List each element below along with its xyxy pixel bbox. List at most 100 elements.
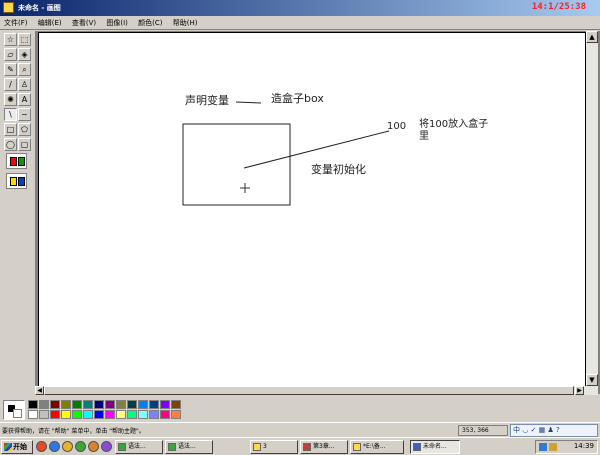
palette-swatch[interactable] (72, 400, 82, 409)
status-bar: 要获得帮助，请在 "帮助" 菜单中，单击 "帮助主题"。 353, 366 中 … (0, 422, 600, 437)
text-icon[interactable]: A (18, 93, 31, 106)
palette-swatch[interactable] (72, 410, 82, 419)
menu-image[interactable]: 图像(I) (102, 16, 132, 28)
rectangle-icon[interactable]: □ (4, 123, 17, 136)
polygon-icon[interactable]: ⬠ (18, 123, 31, 136)
taskbar-button-label: 未命名... (423, 443, 447, 450)
taskbar-button-label: 语法... (178, 443, 196, 450)
quick-launch-icon[interactable] (62, 441, 73, 452)
palette-swatch[interactable] (171, 400, 181, 409)
palette-swatch[interactable] (50, 410, 60, 419)
palette-swatch[interactable] (28, 400, 38, 409)
palette-swatch[interactable] (171, 410, 181, 419)
brush-icon[interactable]: ♙ (18, 78, 31, 91)
taskbar-button[interactable]: 语法... (115, 440, 163, 454)
menu-file[interactable]: 文件(F) (0, 16, 32, 28)
palette-swatch[interactable] (39, 410, 49, 419)
ime-toolbar[interactable]: 中 ◡ ✓ ▦ ♟ ? (510, 424, 598, 437)
palette-swatch[interactable] (116, 410, 126, 419)
menu-edit[interactable]: 编辑(E) (34, 16, 66, 28)
taskbar-button-label: 语法... (128, 443, 146, 450)
airbrush-icon[interactable]: ✺ (4, 93, 17, 106)
palette-swatch[interactable] (28, 410, 38, 419)
magnifier-icon[interactable]: ⌕ (18, 63, 31, 76)
scroll-up-arrow-icon[interactable]: ▲ (586, 31, 598, 43)
palette-swatch[interactable] (160, 400, 170, 409)
opaque-swatch-icon (10, 157, 17, 166)
palette-swatch[interactable] (83, 410, 93, 419)
background-color[interactable] (13, 409, 22, 418)
palette-swatch[interactable] (50, 400, 60, 409)
cursor-coordinates: 353, 366 (458, 425, 508, 436)
tool-box: ☆ ⬚ ▱ ◈ ✎ ⌕ / ♙ ✺ A \ ~ □ ⬠ ◯ ▢ (2, 31, 32, 391)
pencil-icon[interactable]: / (4, 78, 17, 91)
ellipse-icon[interactable]: ◯ (4, 138, 17, 151)
horizontal-scroll-thumb[interactable] (44, 386, 574, 395)
paint-app-icon (3, 2, 14, 13)
rounded-rect-icon[interactable]: ▢ (18, 138, 31, 151)
status-help-text: 要获得帮助，请在 "帮助" 菜单中，单击 "帮助主题"。 (2, 428, 145, 435)
taskbar: 开始 语法... 语法... 3 第3章... *E:\备... 未命名... 14:39 (0, 437, 600, 455)
windows-logo-icon (4, 443, 12, 451)
palette-swatch[interactable] (94, 410, 104, 419)
task-app-icon (353, 443, 361, 451)
menu-bar: 文件(F) 编辑(E) 查看(V) 图像(I) 颜色(C) 帮助(H) (0, 16, 600, 30)
fill-icon[interactable]: ◈ (18, 48, 31, 61)
palette-swatch[interactable] (116, 400, 126, 409)
scroll-down-arrow-icon[interactable]: ▼ (586, 374, 598, 386)
taskbar-button[interactable]: 3 (250, 440, 298, 454)
palette-swatch[interactable] (39, 400, 49, 409)
curve-icon[interactable]: ~ (18, 108, 31, 121)
start-button[interactable]: 开始 (1, 440, 33, 454)
menu-help[interactable]: 帮助(H) (169, 16, 202, 28)
menu-view[interactable]: 查看(V) (68, 16, 100, 28)
quick-launch-icon[interactable] (75, 441, 86, 452)
window-title: 未命名 - 画图 (18, 4, 61, 12)
taskbar-clock: 14:39 (573, 442, 594, 450)
palette-swatch[interactable] (61, 400, 71, 409)
scroll-right-arrow-icon[interactable]: ▶ (575, 386, 584, 395)
palette-swatch[interactable] (160, 410, 170, 419)
line-icon[interactable]: \ (4, 108, 17, 121)
palette-swatch[interactable] (149, 410, 159, 419)
tool-option-opaque[interactable] (6, 173, 27, 189)
palette-swatch[interactable] (138, 410, 148, 419)
task-app-icon (303, 443, 311, 451)
palette-swatch[interactable] (138, 400, 148, 409)
task-app-icon (118, 443, 126, 451)
palette-swatch[interactable] (94, 400, 104, 409)
opaque-swatch-icon (10, 177, 17, 186)
taskbar-button[interactable]: 语法... (165, 440, 213, 454)
eraser-icon[interactable]: ▱ (4, 48, 17, 61)
palette-swatch[interactable] (149, 400, 159, 409)
quick-launch-icon[interactable] (101, 441, 112, 452)
taskbar-button[interactable]: *E:\备... (350, 440, 404, 454)
palette-swatch[interactable] (61, 410, 71, 419)
quick-launch-icon[interactable] (49, 441, 60, 452)
network-icon[interactable] (539, 443, 547, 451)
horizontal-scrollbar[interactable]: ◀ ▶ (35, 386, 586, 395)
tool-option-transparent[interactable] (6, 153, 27, 169)
vertical-scrollbar[interactable]: ▲ ▼ (586, 31, 598, 395)
quick-launch-icon[interactable] (36, 441, 47, 452)
volume-icon[interactable] (549, 443, 557, 451)
transparent-swatch-icon (18, 157, 25, 166)
drawing-canvas[interactable]: 声明变量 造盒子box 100 将100放入盒子 里 变量初始化 (38, 32, 586, 387)
taskbar-button-label: 3 (263, 443, 267, 450)
palette-swatch[interactable] (127, 410, 137, 419)
free-select-icon[interactable]: ☆ (4, 33, 17, 46)
menu-colors[interactable]: 颜色(C) (134, 16, 166, 28)
taskbar-button[interactable]: 未命名... (410, 440, 460, 454)
scroll-left-arrow-icon[interactable]: ◀ (35, 386, 44, 395)
pick-color-icon[interactable]: ✎ (4, 63, 17, 76)
palette-swatch[interactable] (105, 400, 115, 409)
quick-launch-icon[interactable] (88, 441, 99, 452)
palette-swatch[interactable] (127, 400, 137, 409)
taskbar-button-label: *E:\备... (363, 443, 386, 450)
title-bar[interactable]: 未命名 - 画图 14:1/25:38 (0, 0, 600, 16)
palette-swatch[interactable] (83, 400, 93, 409)
select-icon[interactable]: ⬚ (18, 33, 31, 46)
taskbar-button[interactable]: 第3章... (300, 440, 348, 454)
palette-swatch[interactable] (105, 410, 115, 419)
task-app-icon (413, 443, 421, 451)
